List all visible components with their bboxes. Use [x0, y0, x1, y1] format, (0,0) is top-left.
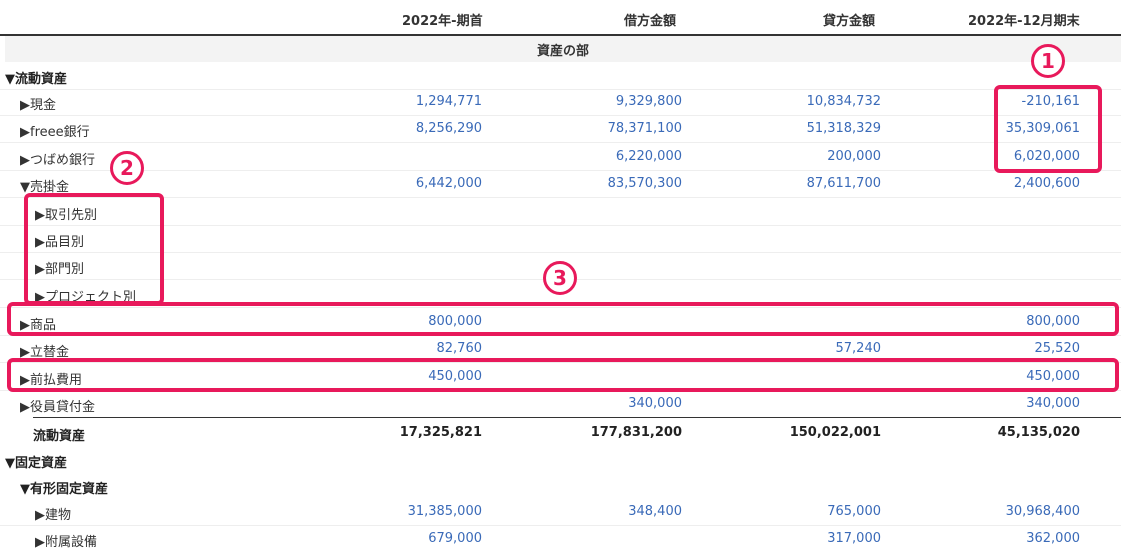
- header-credit: 貸方金額: [823, 14, 876, 29]
- cell-closing[interactable]: 362,000: [920, 531, 1080, 546]
- cell-closing[interactable]: 30,968,400: [920, 504, 1080, 519]
- table-row[interactable]: ▶取引先別: [0, 198, 1121, 226]
- total-label: 流動資産: [33, 429, 86, 444]
- cell-credit[interactable]: 765,000: [721, 504, 881, 519]
- cell-credit[interactable]: 10,834,732: [721, 94, 881, 109]
- row-label[interactable]: ▶建物: [35, 504, 71, 523]
- cell-opening[interactable]: 31,385,000: [322, 504, 482, 519]
- cell-credit[interactable]: 51,318,329: [721, 121, 881, 136]
- cell-opening[interactable]: 1,294,771: [322, 94, 482, 109]
- group-tangible-fixed-assets[interactable]: ▼有形固定資産: [0, 472, 1121, 499]
- row-label[interactable]: ▶附属設備: [35, 531, 97, 550]
- row-label[interactable]: ▶freee銀行: [20, 121, 90, 140]
- table-row[interactable]: ▶附属設備 679,000 317,000 362,000: [0, 525, 1121, 552]
- group-current-assets[interactable]: ▼流動資産: [0, 62, 1121, 90]
- total-debit: 177,831,200: [590, 425, 682, 440]
- total-opening: 17,325,821: [399, 425, 482, 440]
- table-row[interactable]: ▶つばめ銀行 6,220,000 200,000 6,020,000: [0, 143, 1121, 171]
- total-credit: 150,022,001: [789, 425, 881, 440]
- section-assets: 資産の部: [5, 36, 1121, 62]
- row-label[interactable]: ▶現金: [20, 94, 56, 113]
- cell-debit[interactable]: 348,400: [522, 504, 682, 519]
- cell-debit[interactable]: 9,329,800: [522, 94, 682, 109]
- cell-opening[interactable]: 679,000: [322, 531, 482, 546]
- table-header: 2022年-期首 借方金額 貸方金額 2022年-12月期末: [0, 0, 1121, 36]
- row-label[interactable]: ▶つばめ銀行: [20, 149, 95, 168]
- cell-closing[interactable]: 25,520: [920, 341, 1081, 356]
- table-row[interactable]: ▶役員貸付金 340,000 340,000: [0, 390, 1121, 417]
- cell-credit[interactable]: 87,611,700: [721, 176, 881, 191]
- row-label[interactable]: ▼固定資産: [5, 452, 67, 471]
- highlight-box-breakdown-options: [24, 193, 164, 305]
- table-row[interactable]: ▶freee銀行 8,256,290 78,371,100 51,318,329…: [0, 115, 1121, 143]
- cell-debit[interactable]: 83,570,300: [522, 176, 682, 191]
- table-row[interactable]: ▶現金 1,294,771 9,329,800 10,834,732 -210,…: [0, 88, 1121, 116]
- cell-debit[interactable]: 6,220,000: [522, 149, 682, 164]
- row-label[interactable]: ▼流動資産: [5, 68, 67, 87]
- row-label[interactable]: ▶役員貸付金: [20, 396, 95, 415]
- cell-debit[interactable]: 78,371,100: [522, 121, 682, 136]
- group-fixed-assets[interactable]: ▼固定資産: [0, 446, 1121, 473]
- cell-opening[interactable]: 8,256,290: [322, 121, 482, 136]
- annotation-marker-3: 3: [543, 261, 577, 295]
- header-closing: 2022年-12月期末: [968, 14, 1080, 29]
- cell-opening[interactable]: 6,442,000: [322, 176, 482, 191]
- header-opening: 2022年-期首: [402, 14, 483, 29]
- cell-closing[interactable]: 2,400,600: [920, 176, 1080, 191]
- highlight-box-prepaid-row: [7, 358, 1119, 392]
- header-debit: 借方金額: [624, 14, 677, 29]
- cell-credit[interactable]: 317,000: [721, 531, 881, 546]
- total-divider: [33, 417, 1121, 418]
- cell-closing[interactable]: 340,000: [920, 396, 1080, 411]
- annotation-marker-1: 1: [1031, 44, 1065, 78]
- table-row[interactable]: ▶品目別: [0, 225, 1121, 253]
- total-row: 流動資産 17,325,821 177,831,200 150,022,001 …: [0, 419, 1121, 446]
- cell-opening[interactable]: 82,760: [322, 341, 483, 356]
- row-label[interactable]: ▼有形固定資産: [20, 478, 108, 497]
- cell-debit[interactable]: 340,000: [522, 396, 682, 411]
- section-title: 資産の部: [536, 44, 589, 59]
- cell-credit[interactable]: 200,000: [721, 149, 881, 164]
- table-row[interactable]: ▶建物 31,385,000 348,400 765,000 30,968,40…: [0, 498, 1121, 526]
- highlight-box-merchandise-row: [7, 302, 1119, 336]
- total-closing: 45,135,020: [997, 425, 1080, 440]
- annotation-marker-2: 2: [110, 151, 144, 185]
- table-row[interactable]: ▼売掛金 6,442,000 83,570,300 87,611,700 2,4…: [0, 170, 1121, 198]
- highlight-box-closing-balances: [994, 85, 1102, 173]
- cell-credit[interactable]: 57,240: [721, 341, 882, 356]
